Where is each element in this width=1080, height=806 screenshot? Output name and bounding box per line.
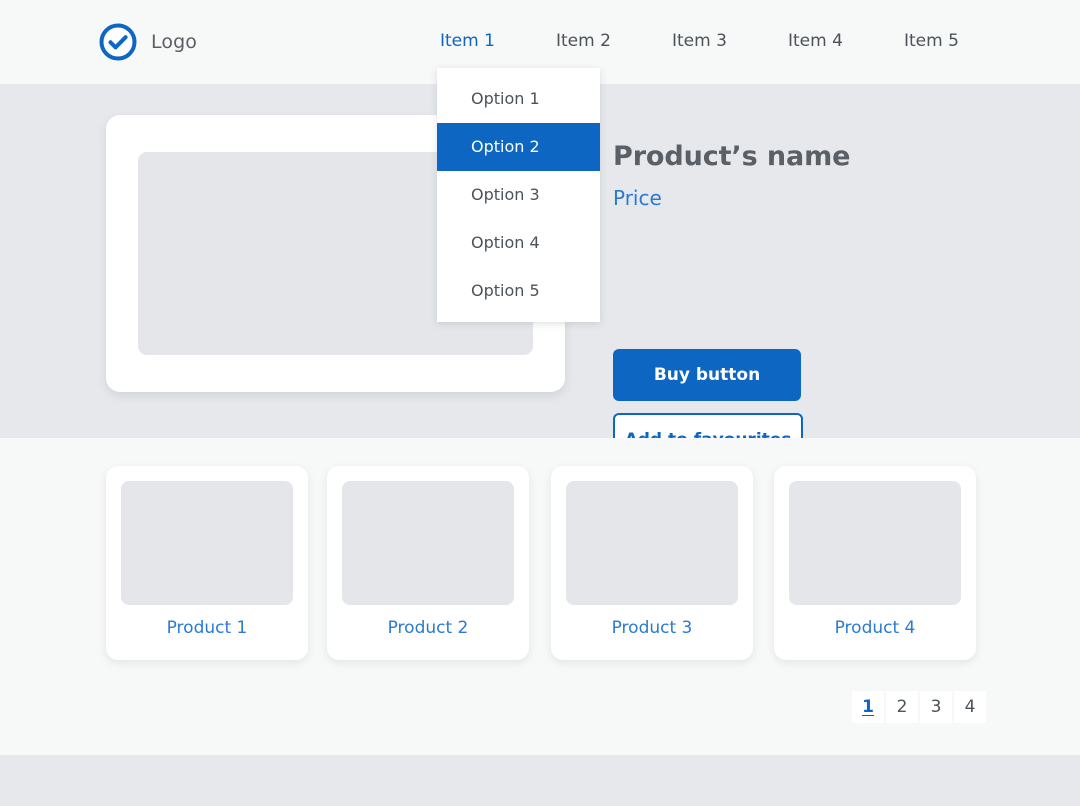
nav-item-2[interactable]: Item 2 bbox=[556, 31, 672, 51]
product-card-3[interactable]: Product 3 bbox=[551, 466, 753, 660]
dropdown-option-4[interactable]: Option 4 bbox=[437, 219, 600, 267]
footer-band bbox=[0, 755, 1080, 806]
pagination-page-2[interactable]: 2 bbox=[886, 691, 918, 723]
product-card-image-placeholder bbox=[789, 481, 961, 605]
buy-button[interactable]: Buy button bbox=[613, 349, 801, 401]
product-info: Product’s name Price bbox=[613, 142, 1013, 210]
product-card-image-placeholder bbox=[342, 481, 514, 605]
product-title: Product’s name bbox=[613, 141, 851, 172]
pagination-page-3[interactable]: 3 bbox=[920, 691, 952, 723]
nav-item-3[interactable]: Item 3 bbox=[672, 31, 788, 51]
nav-item-1[interactable]: Item 1 bbox=[440, 31, 556, 51]
main-navigation: Item 1 Item 2 Item 3 Item 4 Item 5 bbox=[440, 31, 1020, 51]
dropdown-option-3[interactable]: Option 3 bbox=[437, 171, 600, 219]
pagination: 1 2 3 4 bbox=[852, 691, 986, 723]
nav-item-5[interactable]: Item 5 bbox=[904, 31, 1020, 51]
product-card-label[interactable]: Product 3 bbox=[551, 618, 753, 638]
page-root: Logo Item 1 Item 2 Item 3 Item 4 Item 5 … bbox=[0, 0, 1080, 806]
nav-dropdown-menu: Option 1 Option 2 Option 3 Option 4 Opti… bbox=[437, 68, 600, 322]
product-price: Price bbox=[613, 185, 662, 210]
product-card-2[interactable]: Product 2 bbox=[327, 466, 529, 660]
pagination-page-1[interactable]: 1 bbox=[852, 691, 884, 723]
product-card-label[interactable]: Product 4 bbox=[774, 618, 976, 638]
nav-item-4[interactable]: Item 4 bbox=[788, 31, 904, 51]
dropdown-option-2[interactable]: Option 2 bbox=[437, 123, 600, 171]
product-card-1[interactable]: Product 1 bbox=[106, 466, 308, 660]
check-circle-icon bbox=[98, 22, 138, 62]
product-card-image-placeholder bbox=[566, 481, 738, 605]
product-card-image-placeholder bbox=[121, 481, 293, 605]
brand-logo[interactable]: Logo bbox=[98, 22, 197, 62]
pagination-page-4[interactable]: 4 bbox=[954, 691, 986, 723]
logo-text: Logo bbox=[151, 31, 197, 53]
dropdown-option-5[interactable]: Option 5 bbox=[437, 267, 600, 315]
dropdown-option-1[interactable]: Option 1 bbox=[437, 75, 600, 123]
product-card-label[interactable]: Product 1 bbox=[106, 618, 308, 638]
product-card-label[interactable]: Product 2 bbox=[327, 618, 529, 638]
product-card-4[interactable]: Product 4 bbox=[774, 466, 976, 660]
